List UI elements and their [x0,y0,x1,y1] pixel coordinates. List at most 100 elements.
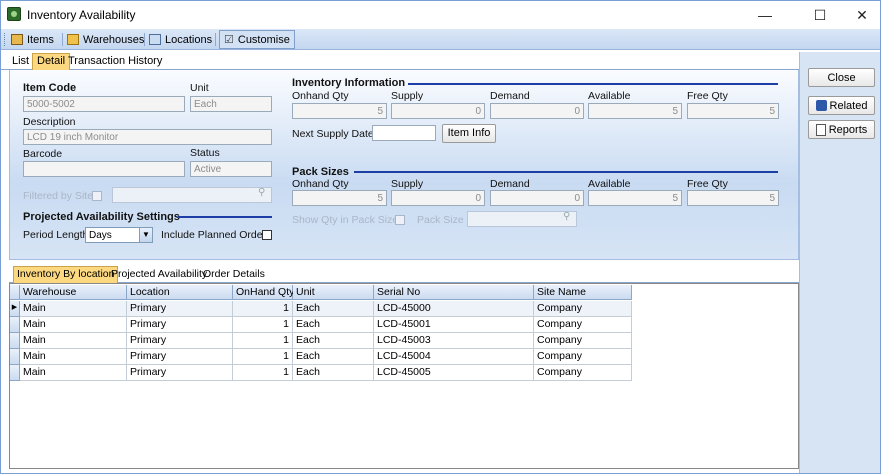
table-row-cell[interactable]: Each [293,365,374,381]
table-row-cell[interactable]: Company [534,301,632,317]
table-row-cell[interactable]: Primary [127,317,233,333]
table-row-cell[interactable]: Primary [127,301,233,317]
pack-available-label: Available [588,178,631,190]
minimize-button[interactable]: — [742,1,788,29]
show-qty-pack-checkbox[interactable] [395,215,405,225]
table-row-cell[interactable]: 1 [233,317,293,333]
table-row-cell[interactable]: Company [534,349,632,365]
item-code-field[interactable]: 5000-5002 [23,96,185,112]
warehouses-icon [67,34,79,45]
available-field[interactable]: 5 [588,103,682,119]
table-row-cell[interactable]: Company [534,365,632,381]
include-planned-label: Include Planned Orders [161,229,272,241]
description-field[interactable]: LCD 19 inch Monitor [23,129,272,145]
table-row-cell[interactable]: Main [20,333,127,349]
pack-onhand-field[interactable]: 5 [292,190,387,206]
close-window-button[interactable]: ✕ [839,1,880,29]
status-label: Status [190,147,220,159]
barcode-field[interactable] [23,161,185,177]
column-header-serial-no[interactable]: Serial No [374,285,534,300]
pack-supply-field[interactable]: 0 [391,190,485,206]
filtered-by-site-checkbox[interactable] [92,191,102,201]
table-row-cell[interactable]: Main [20,301,127,317]
row-indicator-icon[interactable]: ▶ [10,301,20,317]
reports-label: Reports [828,123,868,136]
pack-demand-field[interactable]: 0 [490,190,584,206]
table-row-cell[interactable]: Main [20,349,127,365]
tab-projected-availability[interactable]: Projected Availability [108,267,210,283]
pack-available-field[interactable]: 5 [588,190,682,206]
table-row-cell[interactable]: Main [20,317,127,333]
table-row-cell[interactable]: 1 [233,365,293,381]
customise-button[interactable]: ☑ Customise [219,30,295,49]
locations-icon [149,34,161,45]
row-header[interactable] [10,365,20,381]
related-button[interactable]: Related [808,96,875,115]
site-field[interactable] [112,187,272,203]
table-row-cell[interactable]: LCD-45003 [374,333,534,349]
window-title: Inventory Availability [27,8,136,22]
locations-label: Locations [165,33,213,46]
item-info-button[interactable]: Item Info [442,124,496,143]
column-header-onhand-qty[interactable]: OnHand Qty [233,285,294,300]
pack-demand-label: Demand [490,178,530,190]
column-header-warehouse[interactable]: Warehouse [20,285,127,300]
table-row-cell[interactable]: Main [20,365,127,381]
inventory-grid: Warehouse Location OnHand Qty Unit Seria… [9,283,799,469]
search-icon[interactable]: ⚲ [563,211,570,222]
pack-free-field[interactable]: 5 [687,190,779,206]
tab-transaction-history[interactable]: Transaction History [64,54,166,70]
free-qty-field[interactable]: 5 [687,103,779,119]
search-icon[interactable]: ⚲ [258,187,265,198]
column-header-site-name[interactable]: Site Name [534,285,632,300]
unit-field[interactable]: Each [190,96,272,112]
reports-button[interactable]: Reports [808,120,875,139]
include-planned-checkbox[interactable] [262,230,272,240]
table-row-cell[interactable]: Company [534,333,632,349]
table-row-cell[interactable]: Each [293,333,374,349]
onhand-qty-label: Onhand Qty [292,90,349,102]
row-header[interactable] [10,317,20,333]
chevron-down-icon[interactable]: ▼ [139,228,152,242]
locations-button[interactable]: Locations [149,32,212,47]
toolbar: Items Warehouses Locations ☑ Customise [1,29,880,50]
checkbox-icon: ☑ [224,34,234,46]
barcode-label: Barcode [23,148,63,160]
inventory-info-header: Inventory Information [292,77,406,89]
tab-order-details[interactable]: Order Details [200,267,268,283]
table-row-cell[interactable]: LCD-45001 [374,317,534,333]
supply-field[interactable]: 0 [391,103,485,119]
tab-inventory-by-location[interactable]: Inventory By location [13,266,119,284]
toolbar-grip[interactable] [4,33,6,46]
pack-size-field[interactable] [467,211,577,227]
maximize-button[interactable]: ☐ [797,1,843,29]
table-row-cell[interactable]: Each [293,349,374,365]
table-row-cell[interactable]: Primary [127,333,233,349]
next-supply-date-field[interactable] [372,125,436,141]
table-row-cell[interactable]: 1 [233,301,293,317]
tab-list[interactable]: List [8,54,33,70]
table-row-cell[interactable]: 1 [233,333,293,349]
warehouses-button[interactable]: Warehouses [67,32,144,47]
pack-sizes-header: Pack Sizes [292,166,349,178]
table-row-cell[interactable]: Company [534,317,632,333]
table-row-cell[interactable]: Primary [127,349,233,365]
status-field[interactable]: Active [190,161,272,177]
close-button[interactable]: Close [808,68,875,87]
period-length-label: Period Length [23,229,89,241]
table-row-cell[interactable]: LCD-45000 [374,301,534,317]
table-row-cell[interactable]: LCD-45004 [374,349,534,365]
items-button[interactable]: Items [11,32,54,47]
column-header-unit[interactable]: Unit [293,285,374,300]
table-row-cell[interactable]: 1 [233,349,293,365]
table-row-cell[interactable]: Primary [127,365,233,381]
table-row-cell[interactable]: Each [293,317,374,333]
app-icon [7,7,21,21]
row-header[interactable] [10,333,20,349]
table-row-cell[interactable]: LCD-45005 [374,365,534,381]
demand-field[interactable]: 0 [490,103,584,119]
onhand-qty-field[interactable]: 5 [292,103,387,119]
table-row-cell[interactable]: Each [293,301,374,317]
column-header-location[interactable]: Location [127,285,233,300]
row-header[interactable] [10,349,20,365]
